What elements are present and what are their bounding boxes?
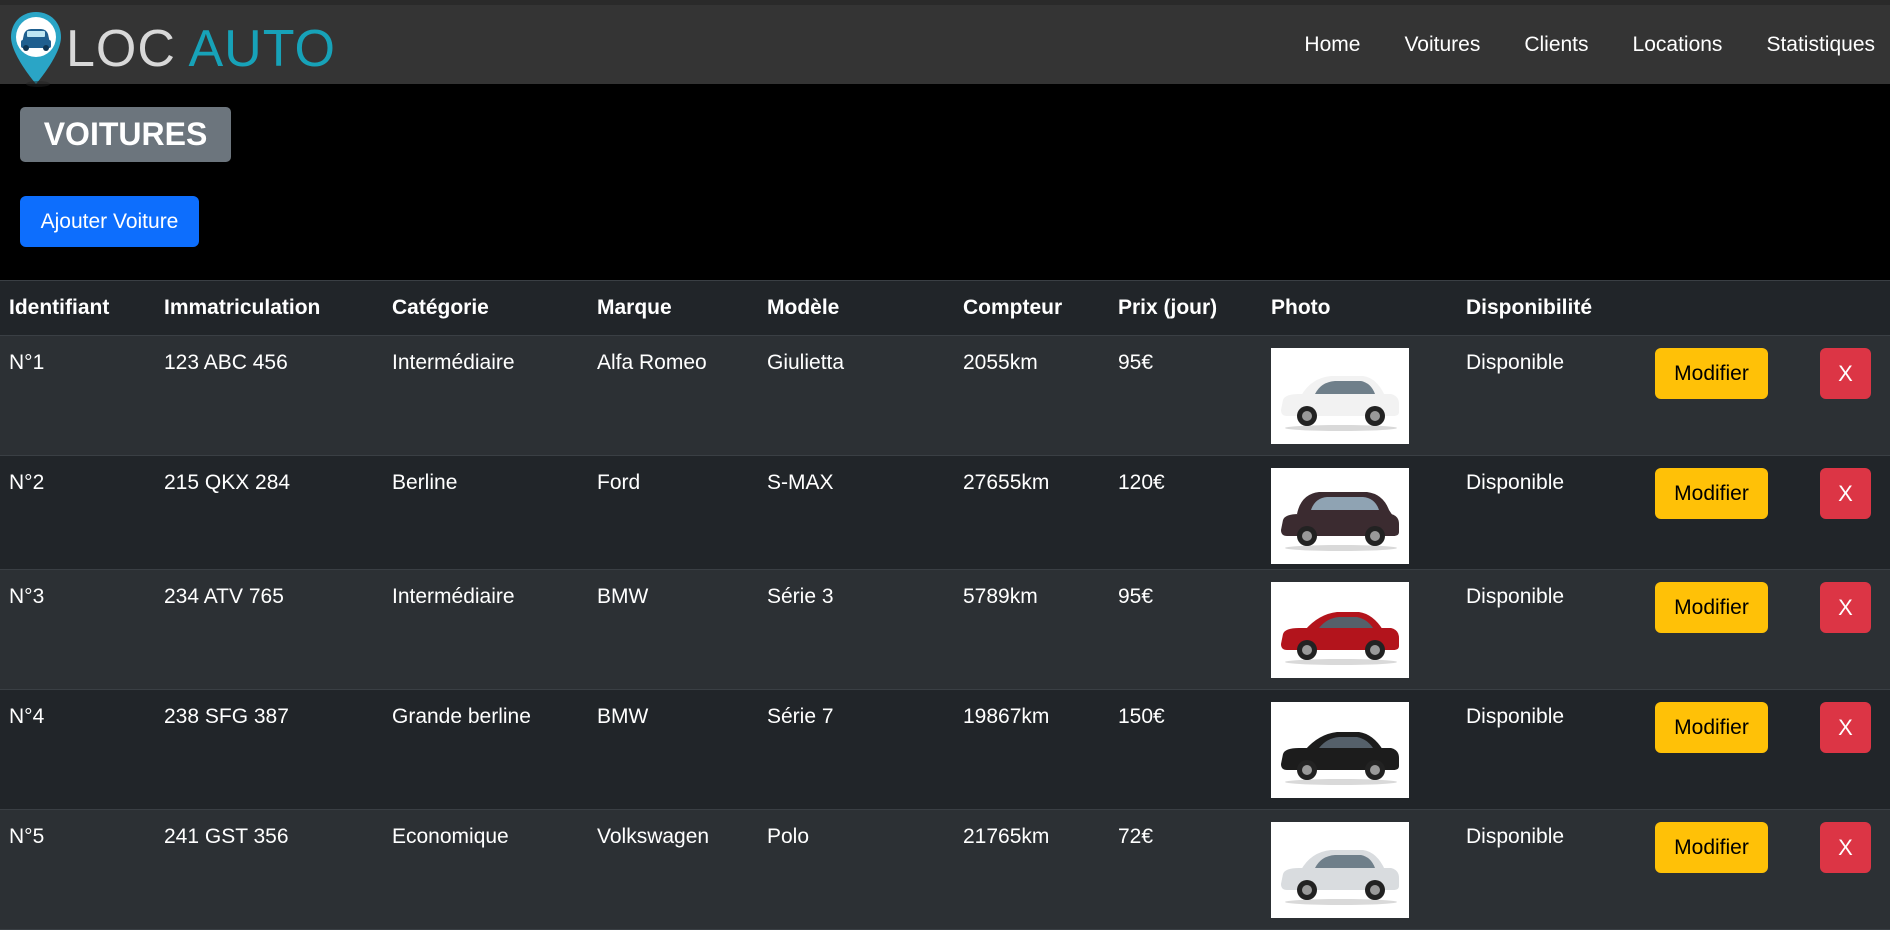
cell-availability: Disponible <box>1466 705 1565 728</box>
cell-price: 72€ <box>1118 825 1154 848</box>
car-photo <box>1271 348 1409 444</box>
delete-button[interactable]: X <box>1820 702 1871 753</box>
cell-model: Polo <box>767 825 810 848</box>
header-brand: Marque <box>597 296 672 319</box>
cell-brand: Ford <box>597 471 641 494</box>
header-model: Modèle <box>767 296 840 319</box>
edit-button[interactable]: Modifier <box>1655 468 1768 519</box>
cell-plate: 123 ABC 456 <box>164 351 288 374</box>
add-car-button[interactable]: Ajouter Voiture <box>20 196 199 247</box>
cell-id: N°4 <box>9 705 45 728</box>
cell-availability: Disponible <box>1466 825 1565 848</box>
cell-brand: Volkswagen <box>597 825 710 848</box>
table-row: N°4 238 SFG 387 Grande berline BMW Série 7 19… <box>0 690 1890 810</box>
page-title: VOITURES <box>20 107 231 162</box>
cell-category: Intermédiaire <box>392 585 515 608</box>
edit-button[interactable]: Modifier <box>1655 822 1768 873</box>
header-price: Prix (jour) <box>1118 296 1218 319</box>
cell-mileage: 21765km <box>963 825 1050 848</box>
delete-button[interactable]: X <box>1820 348 1871 399</box>
table-row: N°3 234 ATV 765 Intermédiaire BMW Série 3 578… <box>0 570 1890 690</box>
header-plate: Immatriculation <box>164 296 321 319</box>
nav-link-voitures[interactable]: Voitures <box>1404 33 1480 57</box>
cars-table: Identifiant Immatriculation Catégorie Ma… <box>0 280 1890 930</box>
cell-mileage: 5789km <box>963 585 1038 608</box>
cell-id: N°3 <box>9 585 45 608</box>
cell-mileage: 19867km <box>963 705 1050 728</box>
cell-brand: BMW <box>597 705 649 728</box>
cell-model: S-MAX <box>767 471 834 494</box>
cell-model: Série 3 <box>767 585 834 608</box>
navbar: LOC AUTO Home Voitures Clients Locations… <box>0 0 1890 87</box>
header-id: Identifiant <box>9 296 110 319</box>
logo-word-loc: LOC <box>66 20 176 78</box>
cell-id: N°1 <box>9 351 45 374</box>
nav-link-home[interactable]: Home <box>1304 33 1360 57</box>
delete-button[interactable]: X <box>1820 468 1871 519</box>
header-category: Catégorie <box>392 296 489 319</box>
cell-price: 150€ <box>1118 705 1165 728</box>
car-photo <box>1271 702 1409 798</box>
table-row: N°1 123 ABC 456 Intermédiaire Alfa Romeo Giu… <box>0 336 1890 456</box>
cell-availability: Disponible <box>1466 351 1565 374</box>
cell-category: Berline <box>392 471 458 494</box>
cell-plate: 238 SFG 387 <box>164 705 289 728</box>
header-availability: Disponibilité <box>1466 296 1592 319</box>
logo-text: LOC AUTO <box>66 23 336 75</box>
cell-price: 95€ <box>1118 351 1154 374</box>
nav-link-clients[interactable]: Clients <box>1524 33 1588 57</box>
cell-brand: BMW <box>597 585 649 608</box>
cell-mileage: 27655km <box>963 471 1050 494</box>
header-photo: Photo <box>1271 296 1331 319</box>
location-pin-car-icon <box>8 10 64 88</box>
delete-button[interactable]: X <box>1820 822 1871 873</box>
cell-category: Economique <box>392 825 509 848</box>
cell-availability: Disponible <box>1466 585 1565 608</box>
table-row: N°5 241 GST 356 Economique Volkswagen Polo 21… <box>0 810 1890 930</box>
cell-plate: 241 GST 356 <box>164 825 289 848</box>
cell-id: N°2 <box>9 471 45 494</box>
cell-category: Grande berline <box>392 705 531 728</box>
table-row: N°2 215 QKX 284 Berline Ford S-MAX 27655km 120… <box>0 456 1890 570</box>
cell-price: 95€ <box>1118 585 1154 608</box>
cell-brand: Alfa Romeo <box>597 351 707 374</box>
edit-button[interactable]: Modifier <box>1655 348 1768 399</box>
cell-plate: 234 ATV 765 <box>164 585 284 608</box>
main-nav: Home Voitures Clients Locations Statisti… <box>1304 33 1875 57</box>
edit-button[interactable]: Modifier <box>1655 702 1768 753</box>
table-body: N°1 123 ABC 456 Intermédiaire Alfa Romeo Giu… <box>0 336 1890 930</box>
delete-button[interactable]: X <box>1820 582 1871 633</box>
cell-availability: Disponible <box>1466 471 1565 494</box>
car-photo <box>1271 582 1409 678</box>
cell-id: N°5 <box>9 825 45 848</box>
table-header: Identifiant Immatriculation Catégorie Ma… <box>0 280 1890 336</box>
cell-plate: 215 QKX 284 <box>164 471 291 494</box>
cell-model: Série 7 <box>767 705 834 728</box>
cell-category: Intermédiaire <box>392 351 515 374</box>
logo[interactable]: LOC AUTO <box>8 9 336 89</box>
nav-link-statistiques[interactable]: Statistiques <box>1766 33 1875 57</box>
nav-link-locations[interactable]: Locations <box>1633 33 1723 57</box>
car-photo <box>1271 468 1409 564</box>
logo-word-auto: AUTO <box>188 20 337 78</box>
cell-model: Giulietta <box>767 351 845 374</box>
edit-button[interactable]: Modifier <box>1655 582 1768 633</box>
cell-mileage: 2055km <box>963 351 1038 374</box>
header-mileage: Compteur <box>963 296 1063 319</box>
cell-price: 120€ <box>1118 471 1165 494</box>
